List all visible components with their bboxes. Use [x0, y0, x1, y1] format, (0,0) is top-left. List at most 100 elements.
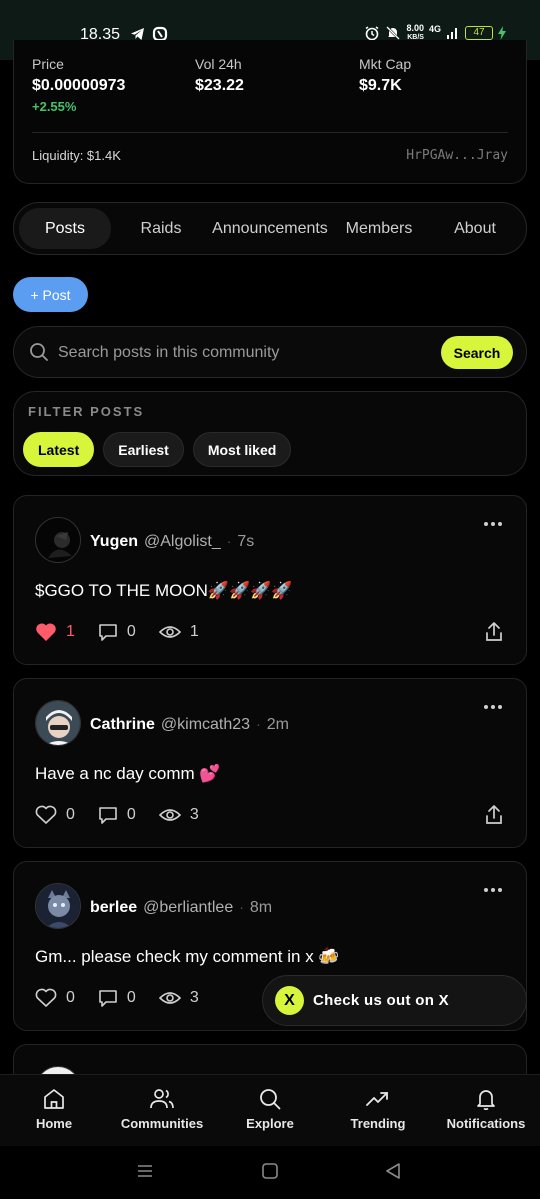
users-icon [150, 1089, 174, 1109]
price-stat: Price $0.00000973 +2.55% [32, 56, 125, 114]
tab-announcements[interactable]: Announcements [211, 208, 329, 249]
filter-most-liked[interactable]: Most liked [192, 432, 292, 467]
avatar[interactable] [35, 883, 81, 929]
recent-apps-icon[interactable] [136, 1162, 154, 1180]
eye-icon [158, 992, 181, 1004]
comment-count: 0 [126, 806, 136, 823]
post-author: berlee @berliantlee · 8m [90, 899, 273, 917]
author-name[interactable]: berlee [90, 899, 137, 917]
heart-icon [35, 988, 57, 1007]
nav-trending-label: Trending [350, 1116, 406, 1131]
volume-stat: Vol 24h $23.22 [195, 56, 244, 95]
post-actions: 0 0 3 [35, 805, 222, 825]
post-text: $GGO TO THE MOON🚀🚀🚀🚀 [35, 581, 293, 600]
nav-home-label: Home [35, 1116, 73, 1131]
home-button-icon[interactable] [261, 1162, 279, 1180]
eye-icon [158, 809, 181, 821]
nav-communities[interactable]: Communities [108, 1075, 216, 1146]
trending-icon [366, 1092, 388, 1106]
comment-button[interactable]: 0 [98, 805, 136, 825]
more-options-icon[interactable] [484, 888, 502, 892]
tab-raids[interactable]: Raids [111, 208, 211, 249]
x-promo-button[interactable]: X Check us out on X [262, 975, 527, 1026]
post-card[interactable]: Yugen @Algolist_ · 7s $GGO TO THE MOON🚀🚀… [13, 495, 527, 665]
stats-divider [32, 132, 508, 133]
share-icon[interactable] [484, 804, 504, 826]
post-actions: 0 0 3 [35, 988, 222, 1008]
post-author: Cathrine @kimcath23 · 2m [90, 716, 289, 734]
volume-value: $23.22 [195, 77, 244, 94]
post-actions: 1 0 1 [35, 622, 222, 642]
author-handle[interactable]: @kimcath23 [161, 716, 250, 734]
comment-icon [99, 807, 117, 824]
author-handle[interactable]: @berliantlee [143, 899, 233, 917]
search-icon [260, 1089, 281, 1110]
new-post-button[interactable]: + Post [13, 277, 88, 312]
nav-home[interactable]: Home [0, 1075, 108, 1146]
heart-filled-icon [36, 623, 56, 641]
tab-posts[interactable]: Posts [19, 208, 111, 249]
nav-notifications-label: Notifications [446, 1116, 526, 1131]
eye-icon [158, 626, 181, 638]
liquidity-value: Liquidity: $1.4K [32, 148, 121, 163]
views-indicator: 3 [158, 989, 199, 1007]
search-icon [30, 343, 48, 361]
comment-button[interactable]: 0 [98, 988, 136, 1008]
token-stats-card: Price $0.00000973 +2.55% Vol 24h $23.22 … [13, 40, 527, 184]
search-button[interactable]: Search [441, 336, 513, 369]
home-icon [44, 1089, 64, 1109]
share-icon[interactable] [484, 621, 504, 643]
more-options-icon[interactable] [484, 522, 502, 526]
tab-about[interactable]: About [429, 208, 521, 249]
like-count: 0 [66, 989, 75, 1006]
views-indicator: 1 [158, 623, 199, 641]
nav-communities-label: Communities [120, 1116, 204, 1131]
avatar[interactable] [35, 700, 81, 746]
price-change: +2.55% [32, 99, 77, 114]
search-bar: Search [13, 326, 527, 378]
view-count: 3 [189, 989, 199, 1006]
search-input[interactable] [58, 341, 428, 365]
price-value: $0.00000973 [32, 77, 126, 94]
nav-notifications[interactable]: Notifications [432, 1075, 540, 1146]
mute-icon [386, 26, 401, 40]
nav-explore[interactable]: Explore [216, 1075, 324, 1146]
author-handle[interactable]: @Algolist_ [144, 533, 221, 551]
view-count: 3 [189, 806, 199, 823]
post-card[interactable]: Cathrine @kimcath23 · 2m Have a nc day c… [13, 678, 527, 848]
filter-latest[interactable]: Latest [23, 432, 95, 467]
author-name[interactable]: Cathrine [90, 716, 155, 734]
x-logo-icon: X [275, 986, 304, 1015]
back-icon[interactable] [384, 1162, 402, 1180]
views-indicator: 3 [158, 806, 199, 824]
like-count: 1 [66, 623, 75, 640]
tab-members[interactable]: Members [329, 208, 429, 249]
price-label: Price [32, 56, 64, 72]
bottom-navigation: Home Communities Explore Trending Notifi… [0, 1074, 540, 1146]
x-promo-label: Check us out on X [313, 992, 449, 1009]
nav-explore-label: Explore [246, 1116, 294, 1131]
heart-icon [35, 805, 57, 824]
battery-indicator: 47 [465, 26, 493, 40]
nav-trending[interactable]: Trending [324, 1075, 432, 1146]
like-button[interactable]: 1 [35, 622, 75, 642]
like-button[interactable]: 0 [35, 988, 75, 1008]
network-type: 4G [428, 24, 441, 34]
filter-earliest[interactable]: Earliest [103, 432, 184, 467]
bell-icon [477, 1090, 495, 1111]
mktcap-value: $9.7K [359, 77, 402, 94]
more-options-icon[interactable] [484, 705, 502, 709]
like-button[interactable]: 0 [35, 805, 75, 825]
comment-icon [99, 990, 117, 1007]
filter-options: Latest Earliest Most liked [23, 432, 292, 467]
author-name[interactable]: Yugen [90, 533, 138, 551]
charging-icon [498, 26, 506, 40]
system-navigation [0, 1146, 540, 1199]
comment-count: 0 [126, 623, 136, 640]
contract-address[interactable]: HrPGAw...Jray [406, 148, 508, 163]
comment-button[interactable]: 0 [98, 622, 136, 642]
filter-panel: FILTER POSTS Latest Earliest Most liked [13, 391, 527, 476]
alarm-icon [366, 26, 379, 41]
mktcap-stat: Mkt Cap $9.7K [359, 56, 411, 95]
avatar[interactable] [35, 517, 81, 563]
